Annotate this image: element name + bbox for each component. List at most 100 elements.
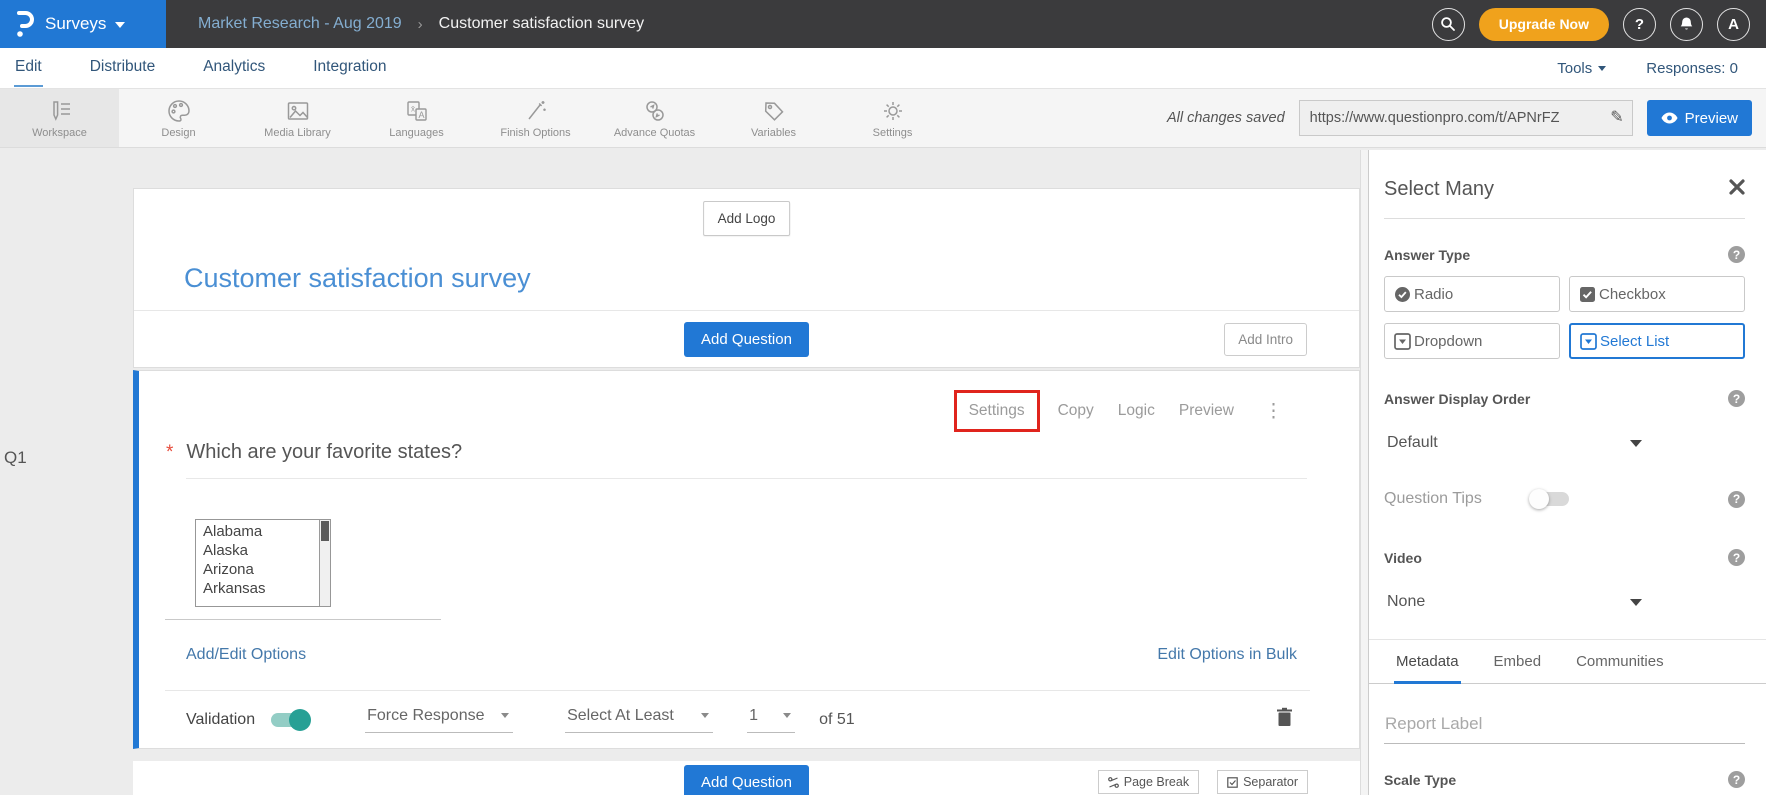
- panel-divider: [1384, 218, 1745, 219]
- add-intro-button[interactable]: Add Intro: [1224, 323, 1307, 356]
- bell-icon: [1679, 16, 1694, 32]
- tab-integration[interactable]: Integration: [312, 49, 387, 87]
- tab-edit[interactable]: Edit: [14, 49, 43, 87]
- delete-question-button[interactable]: [1276, 707, 1293, 732]
- survey-nav-tabs: Edit Distribute Analytics Integration: [14, 49, 387, 87]
- account-avatar[interactable]: A: [1717, 8, 1750, 41]
- search-button[interactable]: [1432, 8, 1465, 41]
- scale-type-help-icon[interactable]: ?: [1728, 771, 1745, 788]
- validation-condition-dropdown[interactable]: Select At Least: [565, 707, 713, 733]
- notifications-button[interactable]: [1670, 8, 1703, 41]
- toolbar-right: All changes saved ✎ Preview: [1167, 89, 1766, 147]
- answer-type-checkbox[interactable]: Checkbox: [1569, 276, 1745, 312]
- question-tips-help-icon[interactable]: ?: [1728, 491, 1745, 508]
- answer-type-help-icon[interactable]: ?: [1728, 246, 1745, 263]
- answer-type-select-list[interactable]: Select List: [1569, 323, 1745, 359]
- toolbar-item-design[interactable]: Design: [119, 89, 238, 147]
- radio-icon: [1394, 286, 1411, 303]
- dropdown-icon: [1394, 333, 1411, 350]
- chevron-down-icon: [1630, 599, 1642, 606]
- tab-communities[interactable]: Communities: [1574, 640, 1666, 684]
- design-palette-icon: [166, 98, 192, 124]
- question-settings-action[interactable]: Settings: [954, 390, 1040, 432]
- svg-text:A: A: [418, 109, 424, 119]
- list-option[interactable]: Alaska: [203, 541, 316, 560]
- question-tips-toggle[interactable]: [1531, 492, 1569, 506]
- editor-toolbar: Workspace Design Media Library x̄A Langu…: [0, 88, 1766, 148]
- question-text[interactable]: Which are your favorite states?: [186, 441, 462, 464]
- magic-wand-icon: [523, 98, 549, 124]
- preview-button[interactable]: Preview: [1647, 100, 1752, 136]
- page-break-button[interactable]: Page Break: [1098, 770, 1199, 794]
- validation-count-dropdown[interactable]: 1: [747, 707, 795, 733]
- panel-title: Select Many: [1384, 178, 1494, 201]
- answer-type-dropdown[interactable]: Dropdown: [1384, 323, 1560, 359]
- video-help-icon[interactable]: ?: [1728, 549, 1745, 566]
- required-asterisk: *: [166, 442, 173, 464]
- product-name: Surveys: [45, 14, 106, 34]
- separator-button[interactable]: Separator: [1217, 770, 1308, 794]
- tab-embed[interactable]: Embed: [1492, 640, 1544, 684]
- answer-select-list[interactable]: Alabama Alaska Arizona Arkansas: [195, 519, 331, 607]
- toolbar-item-settings[interactable]: Settings: [833, 89, 952, 147]
- top-bar: Surveys Market Research - Aug 2019 › Cus…: [0, 0, 1766, 48]
- upgrade-now-button[interactable]: Upgrade Now: [1479, 8, 1609, 41]
- add-logo-button[interactable]: Add Logo: [703, 201, 791, 236]
- survey-title[interactable]: Customer satisfaction survey: [184, 263, 531, 294]
- tools-menu[interactable]: Tools: [1557, 60, 1606, 77]
- answer-type-label-text: Radio: [1414, 286, 1453, 303]
- validation-row: Validation Force Response Select At Leas…: [186, 691, 1359, 748]
- panel-tabs: Metadata Embed Communities: [1369, 640, 1766, 684]
- tab-metadata[interactable]: Metadata: [1394, 640, 1461, 684]
- survey-url-input[interactable]: [1299, 100, 1633, 136]
- surveys-product-switcher[interactable]: Surveys: [0, 0, 166, 48]
- edit-url-pencil-icon[interactable]: ✎: [1610, 107, 1623, 127]
- toolbar-item-workspace[interactable]: Workspace: [0, 89, 119, 147]
- question-copy-action[interactable]: Copy: [1058, 402, 1094, 420]
- help-button[interactable]: ?: [1623, 8, 1656, 41]
- tab-analytics[interactable]: Analytics: [202, 49, 266, 87]
- separator-label: Separator: [1243, 775, 1298, 789]
- avatar-initial: A: [1728, 16, 1739, 33]
- answer-type-radio[interactable]: Radio: [1384, 276, 1560, 312]
- add-edit-options-link[interactable]: Add/Edit Options: [186, 646, 306, 664]
- question-settings-panel: Select Many Answer Type ? Radio Checkbox…: [1368, 150, 1766, 795]
- listbox-scrollbar[interactable]: [319, 520, 330, 606]
- toolbar-item-variables[interactable]: Variables: [714, 89, 833, 147]
- preview-label: Preview: [1685, 110, 1738, 127]
- add-question-button-top[interactable]: Add Question: [684, 322, 809, 357]
- toolbar-item-media-library[interactable]: Media Library: [238, 89, 357, 147]
- listbox-scroll-thumb[interactable]: [321, 521, 329, 541]
- list-option[interactable]: Alabama: [203, 522, 316, 541]
- topbar-actions: Upgrade Now ? A: [1432, 8, 1766, 41]
- list-option[interactable]: Arkansas: [203, 579, 316, 598]
- add-question-button-bottom[interactable]: Add Question: [684, 765, 809, 795]
- video-dropdown[interactable]: None: [1384, 593, 1642, 611]
- list-option[interactable]: Arizona: [203, 560, 316, 579]
- breadcrumb-folder[interactable]: Market Research - Aug 2019: [198, 15, 402, 33]
- responses-count: Responses: 0: [1646, 60, 1738, 77]
- edit-options-in-bulk-link[interactable]: Edit Options in Bulk: [1157, 646, 1297, 664]
- answer-display-order-help-icon[interactable]: ?: [1728, 390, 1745, 407]
- quotas-link-icon: [642, 98, 668, 124]
- question-text-underline: [186, 478, 1307, 479]
- toolbar-item-languages[interactable]: x̄A Languages: [357, 89, 476, 147]
- question-preview-action[interactable]: Preview: [1179, 402, 1234, 420]
- validation-rule-dropdown[interactable]: Force Response: [365, 707, 513, 733]
- toolbar-item-label: Advance Quotas: [614, 127, 695, 139]
- video-value: None: [1387, 593, 1425, 611]
- answer-display-order-dropdown[interactable]: Default: [1384, 434, 1642, 452]
- answer-display-order-label: Answer Display Order: [1384, 391, 1530, 407]
- question-more-menu-icon[interactable]: ⋮: [1264, 400, 1283, 423]
- close-panel-button[interactable]: [1729, 179, 1745, 200]
- question-code: Q1: [4, 448, 27, 468]
- chevron-down-icon: [115, 22, 125, 28]
- toolbar-item-advance-quotas[interactable]: Advance Quotas: [595, 89, 714, 147]
- survey-nav-row: Edit Distribute Analytics Integration To…: [0, 48, 1766, 88]
- report-label-input[interactable]: [1384, 714, 1745, 744]
- validation-toggle[interactable]: [271, 713, 309, 727]
- question-logic-action[interactable]: Logic: [1118, 402, 1155, 420]
- main-scrollbar-track[interactable]: [1360, 150, 1368, 795]
- toolbar-item-finish-options[interactable]: Finish Options: [476, 89, 595, 147]
- tab-distribute[interactable]: Distribute: [89, 49, 156, 87]
